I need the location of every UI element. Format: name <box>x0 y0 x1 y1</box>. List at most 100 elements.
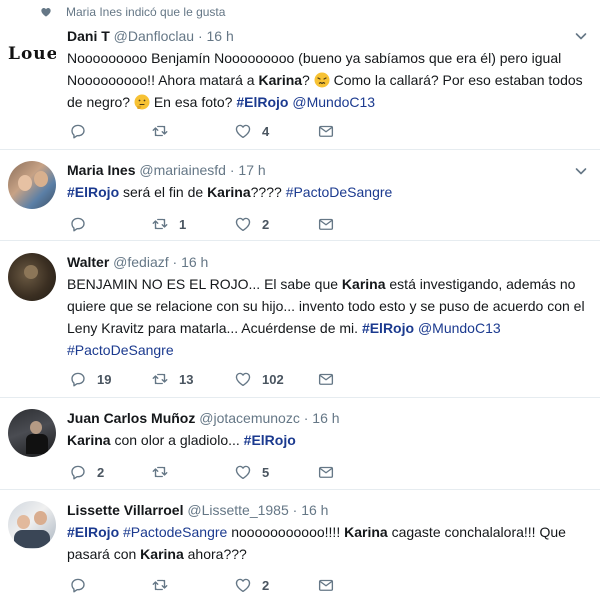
envelope-icon <box>317 122 335 140</box>
like-count: 102 <box>262 371 284 387</box>
direct-message-button[interactable] <box>317 575 335 595</box>
like-button[interactable]: 102 <box>234 369 284 389</box>
user-handle[interactable]: @jotacemunozc <box>199 410 300 426</box>
tweet-time[interactable]: 16 h <box>207 28 234 44</box>
avatar-photo-figure <box>30 421 42 434</box>
retweet-button[interactable]: 1 <box>151 214 186 234</box>
user-handle[interactable]: @mariainesfd <box>139 162 226 178</box>
avatar[interactable] <box>8 409 56 457</box>
tweet-text: BENJAMIN NO ES EL ROJO... El sabe que Ka… <box>67 273 586 361</box>
like-button[interactable]: 4 <box>234 121 269 141</box>
user-name[interactable]: Juan Carlos Muñoz <box>67 410 195 426</box>
reply-button[interactable]: 19 <box>69 369 111 389</box>
tweet-time[interactable]: 17 h <box>238 162 265 178</box>
thinking-face-emoji-icon <box>134 94 150 110</box>
direct-message-button[interactable] <box>317 214 335 234</box>
like-icon <box>234 215 252 233</box>
tweet-lissette-villarroel[interactable]: Lissette Villarroel @Lissette_1985 · 16 … <box>0 490 600 602</box>
timeline: Maria Ines indicó que le gusta Loue Dani… <box>0 0 600 602</box>
tweet-maria-ines[interactable]: Maria Ines @mariainesfd · 17 h #ElRojo s… <box>0 150 600 241</box>
reply-button[interactable]: 2 <box>69 462 104 482</box>
direct-message-button[interactable] <box>317 369 335 389</box>
avatar-photo-figure <box>14 530 50 548</box>
tweet-juan-carlos-munoz[interactable]: Juan Carlos Muñoz @jotacemunozc · 16 h K… <box>0 398 600 490</box>
hashtag-link[interactable]: #PactodeSangre <box>123 524 227 540</box>
tweet-header: Juan Carlos Muñoz @jotacemunozc · 16 h <box>67 409 586 427</box>
text-segment: con olor a gladiolo... <box>110 432 244 448</box>
like-icon <box>234 576 252 594</box>
reply-button[interactable] <box>69 214 97 234</box>
highlight-karina: Karina <box>258 72 303 88</box>
user-handle[interactable]: @Danfloclau <box>114 28 194 44</box>
hashtag-link[interactable]: #ElRojo <box>67 524 119 540</box>
tweet-time[interactable]: 16 h <box>301 502 328 518</box>
tweet-walter[interactable]: Walter @fediazf · 16 h BENJAMIN NO ES EL… <box>0 241 600 398</box>
reply-button[interactable] <box>69 121 97 141</box>
tweet-actions: 2 <box>67 575 397 595</box>
tweet-time[interactable]: 16 h <box>181 254 208 270</box>
tweet-actions: 19 13 102 <box>67 369 397 389</box>
avatar-photo-face <box>18 175 32 191</box>
tweet-actions: 1 2 <box>67 214 397 234</box>
hashtag-link[interactable]: #ElRojo <box>67 184 119 200</box>
tweet-header: Walter @fediazf · 16 h <box>67 253 586 271</box>
tweet-text: #ElRojo #PactodeSangre nooooooooooo!!!! … <box>67 521 586 565</box>
avatar-photo-face <box>34 171 48 187</box>
like-count: 4 <box>262 123 270 139</box>
mention-link[interactable]: @MundoC13 <box>292 94 375 110</box>
avatar[interactable] <box>8 161 56 209</box>
separator: · <box>229 162 235 178</box>
retweet-button[interactable] <box>151 121 179 141</box>
user-handle[interactable]: @fediazf <box>113 254 168 270</box>
chevron-down-icon[interactable] <box>574 29 588 43</box>
retweet-icon <box>151 122 169 140</box>
like-button[interactable]: 5 <box>234 462 269 482</box>
reply-icon <box>69 463 87 481</box>
highlight-karina: Karina <box>140 546 184 562</box>
reply-icon <box>69 370 87 388</box>
confounded-face-emoji-icon <box>314 72 330 88</box>
chevron-down-icon[interactable] <box>574 164 588 178</box>
avatar-photo-figure <box>26 434 48 454</box>
hashtag-link[interactable]: #PactoDeSangre <box>67 342 174 358</box>
retweet-button[interactable] <box>151 575 179 595</box>
hashtag-link[interactable]: #ElRojo <box>362 320 414 336</box>
separator: · <box>172 254 178 270</box>
hashtag-link[interactable]: #ElRojo <box>236 94 288 110</box>
reply-count: 2 <box>97 464 105 480</box>
user-name[interactable]: Dani T <box>67 28 110 44</box>
hashtag-link[interactable]: #PactoDeSangre <box>286 184 393 200</box>
user-name[interactable]: Walter <box>67 254 109 270</box>
envelope-icon <box>317 215 335 233</box>
like-count: 5 <box>262 464 270 480</box>
avatar[interactable] <box>8 253 56 301</box>
retweet-button[interactable] <box>151 462 179 482</box>
user-name[interactable]: Lissette Villarroel <box>67 502 183 518</box>
tweet-text: Nooooooooo Benjamín Nooooooooo (bueno ya… <box>67 47 586 113</box>
like-button[interactable]: 2 <box>234 575 269 595</box>
tweet-dani-t[interactable]: Loue Dani T @Danfloclau · 16 h Noooooooo… <box>0 0 600 150</box>
reply-button[interactable] <box>69 575 97 595</box>
highlight-karina: Karina <box>207 184 251 200</box>
user-name[interactable]: Maria Ines <box>67 162 135 178</box>
user-handle[interactable]: @Lissette_1985 <box>187 502 288 518</box>
hashtag-link[interactable]: #ElRojo <box>244 432 296 448</box>
retweet-count: 1 <box>179 216 187 232</box>
highlight-karina: Karina <box>344 524 388 540</box>
text-segment: ? <box>302 72 314 88</box>
like-button[interactable]: 2 <box>234 214 269 234</box>
avatar-logo-text: Loue <box>8 44 56 64</box>
separator: · <box>197 28 203 44</box>
highlight-karina: Karina <box>67 432 111 448</box>
envelope-icon <box>317 370 335 388</box>
tweet-time[interactable]: 16 h <box>312 410 339 426</box>
direct-message-button[interactable] <box>317 462 335 482</box>
envelope-icon <box>317 576 335 594</box>
avatar[interactable]: Loue <box>8 30 56 78</box>
avatar[interactable] <box>8 501 56 549</box>
tweet-text: Karina con olor a gladiolo... #ElRojo <box>67 429 586 451</box>
direct-message-button[interactable] <box>317 121 335 141</box>
reply-icon <box>69 215 87 233</box>
retweet-button[interactable]: 13 <box>151 369 193 389</box>
mention-link[interactable]: @MundoC13 <box>418 320 501 336</box>
